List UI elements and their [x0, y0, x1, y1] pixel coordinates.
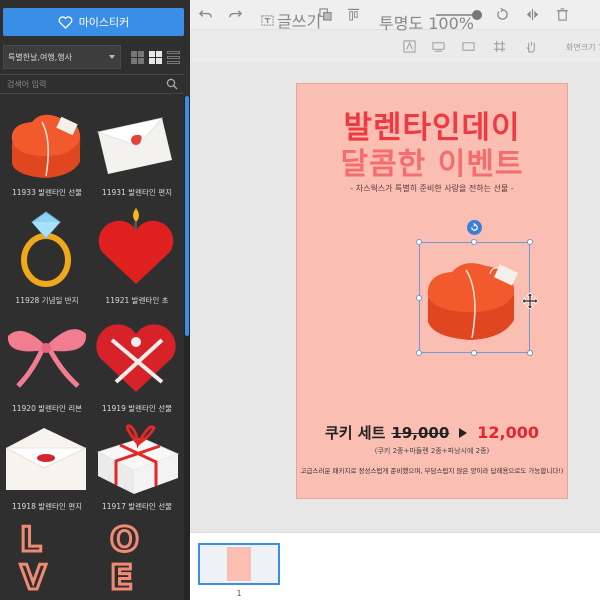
undo-button[interactable] — [199, 8, 212, 21]
price-row[interactable]: 쿠키 세트 19,000 12,000 — [296, 422, 568, 443]
sticker-item[interactable]: 11931 발렌타인 편지 — [92, 100, 182, 200]
page-subtitle[interactable]: - 차스웍스가 특별히 준비한 사랑을 전하는 선물 - — [296, 183, 568, 194]
selection-box — [419, 242, 530, 353]
chevron-down-icon — [109, 55, 115, 59]
resize-handle-bottom-left[interactable] — [416, 350, 422, 356]
move-cursor-icon — [521, 292, 539, 310]
love-letter: O — [109, 519, 141, 562]
sticker-caption: 11921 발렌타인 초 — [105, 296, 169, 305]
my-sticker-label: 마이스티커 — [78, 16, 130, 29]
pink-ribbon-bow-icon — [7, 329, 87, 388]
page-footer-text[interactable]: 고급스러운 패키지로 정성스럽게 준비했으며, 부담스럽지 않은 양이라 답례용… — [296, 465, 568, 475]
opacity-slider-handle[interactable] — [472, 10, 482, 20]
sticker-item[interactable]: 11919 발렌타인 선물 — [92, 316, 182, 416]
rotate-90-icon — [497, 8, 508, 20]
hand-icon — [525, 41, 535, 53]
product-composition[interactable]: (쿠키 2종+마들렌 2종+파낭시에 2종) — [296, 446, 568, 456]
flip-horizontal-button[interactable] — [526, 8, 539, 21]
resize-handle-top-left[interactable] — [416, 239, 422, 245]
sticker-item[interactable]: 11920 발렌타인 리본 — [2, 316, 92, 416]
diamond-ring-icon — [21, 211, 71, 287]
love-letter: L — [19, 519, 44, 562]
heart-icon — [58, 15, 73, 29]
sticker-caption: 11917 발렌타인 선물 — [101, 502, 173, 511]
resize-handle-bottom[interactable] — [471, 350, 477, 356]
sticker-caption: 11928 기념일 반지 — [15, 296, 79, 305]
align-top-icon — [347, 8, 360, 21]
sticker-item[interactable]: 11933 발렌타인 선물 — [2, 100, 92, 200]
resize-handle-bottom-right[interactable] — [527, 350, 533, 356]
love-letter: E — [108, 557, 134, 600]
grid-icon — [493, 40, 505, 52]
grid-button[interactable] — [491, 38, 507, 54]
layers-icon — [319, 8, 332, 21]
undo-icon — [199, 10, 212, 18]
resize-handle-top-right[interactable] — [527, 239, 533, 245]
sticker-item[interactable]: 11918 발렌타인 편지 — [2, 414, 92, 514]
kiss-envelope-icon — [5, 428, 87, 490]
search-input[interactable]: 검색어 입력 — [0, 79, 166, 90]
scrollbar-thumb[interactable] — [185, 96, 189, 336]
filter-row: 특별한날,여행,행사 — [0, 44, 190, 70]
flip-horizontal-icon — [526, 8, 539, 21]
product-name: 쿠키 세트 — [324, 424, 386, 442]
old-price: 19,000 — [391, 423, 450, 442]
align-top-button[interactable] — [347, 8, 360, 21]
trash-icon — [556, 8, 569, 21]
heart-gift-box-icon — [11, 114, 81, 178]
large-grid-view-icon[interactable] — [131, 50, 144, 64]
zoom-level-label[interactable]: 화면크기 73% — [566, 42, 600, 53]
list-view-icon[interactable] — [167, 50, 180, 64]
heart-candle-icon — [98, 208, 174, 284]
my-sticker-button[interactable]: 마이스티커 — [3, 8, 184, 36]
search-bar: 검색어 입력 — [0, 74, 184, 94]
category-selected-value: 특별한날,여행,행사 — [8, 52, 72, 62]
text-frame-button[interactable] — [430, 38, 446, 54]
text-frame-icon — [431, 41, 445, 52]
rotate-icon — [471, 223, 478, 231]
sticker-caption: 11920 발렌타인 리본 — [11, 404, 83, 413]
sticker-caption: 11918 발렌타인 편지 — [11, 502, 83, 511]
sticker-item[interactable]: 11928 기념일 반지 — [2, 208, 92, 308]
small-grid-view-icon[interactable] — [149, 50, 162, 64]
delete-button[interactable] — [556, 8, 569, 21]
text-write-label: 글쓰기 — [277, 12, 322, 31]
page-thumbnail-preview — [227, 547, 251, 581]
white-gift-box-icon — [96, 424, 180, 494]
sticker-caption: 11933 발렌타인 선물 — [11, 188, 83, 197]
page-thumbnail[interactable] — [198, 543, 280, 585]
hand-tool-button[interactable] — [523, 38, 539, 54]
resize-handle-top[interactable] — [471, 239, 477, 245]
image-frame-icon — [461, 41, 475, 51]
text-style-button[interactable] — [401, 38, 417, 54]
arrange-layers-button[interactable] — [319, 8, 332, 21]
page-thumbnail-number: 1 — [236, 589, 242, 598]
heart-gift-ribbon-icon — [96, 324, 176, 392]
text-write-button[interactable]: 글쓰기 — [261, 8, 321, 32]
text-style-icon — [402, 39, 416, 53]
arrow-right-icon — [459, 427, 468, 438]
resize-handle-left[interactable] — [416, 295, 422, 301]
new-price: 12,000 — [477, 423, 540, 442]
search-icon[interactable] — [166, 78, 178, 90]
redo-button[interactable] — [229, 8, 242, 21]
love-letter-envelope-icon — [96, 117, 172, 174]
category-select[interactable]: 특별한날,여행,행사 — [3, 45, 121, 69]
rotate-handle[interactable] — [467, 220, 482, 235]
text-box-icon — [261, 14, 274, 26]
love-letter: V — [18, 557, 47, 600]
view-mode-buttons — [131, 50, 180, 64]
sticker-item[interactable]: 11921 발렌타인 초 — [92, 208, 182, 308]
image-frame-button[interactable] — [460, 38, 476, 54]
sticker-item[interactable]: 11917 발렌타인 선물 — [92, 414, 182, 514]
page-title-line2[interactable]: 달콤한 이벤트 — [296, 139, 568, 183]
sticker-item-love-right[interactable]: O E — [104, 519, 174, 600]
sticker-caption: 11931 발렌타인 편지 — [101, 188, 173, 197]
rotate-button[interactable] — [496, 8, 509, 21]
sticker-item-love-left[interactable]: L V — [14, 519, 84, 600]
sticker-caption: 11919 발렌타인 선물 — [101, 404, 173, 413]
redo-icon — [229, 10, 242, 18]
sticker-panel: 마이스티커 특별한날,여행,행사 검색어 입력 11933 발렌타인 선물 11… — [0, 0, 190, 600]
